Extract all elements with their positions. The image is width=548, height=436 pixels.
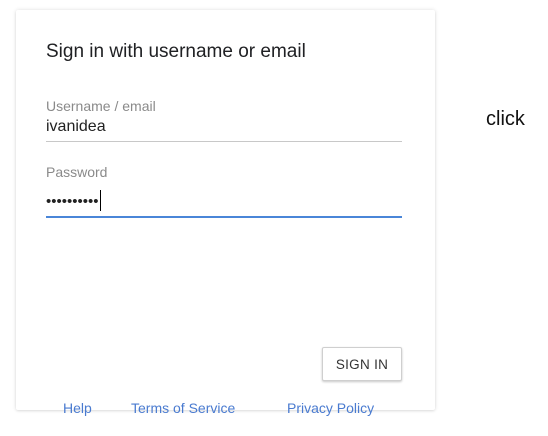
password-label: Password xyxy=(46,164,108,180)
username-label: Username / email xyxy=(46,98,156,114)
privacy-policy-link[interactable]: Privacy Policy xyxy=(287,400,374,416)
username-input[interactable]: ivanidea xyxy=(46,118,106,136)
terms-of-service-link[interactable]: Terms of Service xyxy=(131,400,235,416)
password-input[interactable]: •••••••••• xyxy=(46,190,102,211)
password-value: •••••••••• xyxy=(46,193,99,210)
text-caret xyxy=(99,190,102,211)
page: Sign in with username or email Username … xyxy=(0,0,548,436)
password-underline-focused xyxy=(46,216,402,218)
sign-in-button[interactable]: SIGN IN xyxy=(322,347,402,381)
form-title: Sign in with username or email xyxy=(46,41,306,62)
click-annotation: click xyxy=(486,108,525,130)
username-underline xyxy=(46,141,402,142)
help-link[interactable]: Help xyxy=(63,400,92,416)
sign-in-card: Sign in with username or email Username … xyxy=(16,10,435,416)
